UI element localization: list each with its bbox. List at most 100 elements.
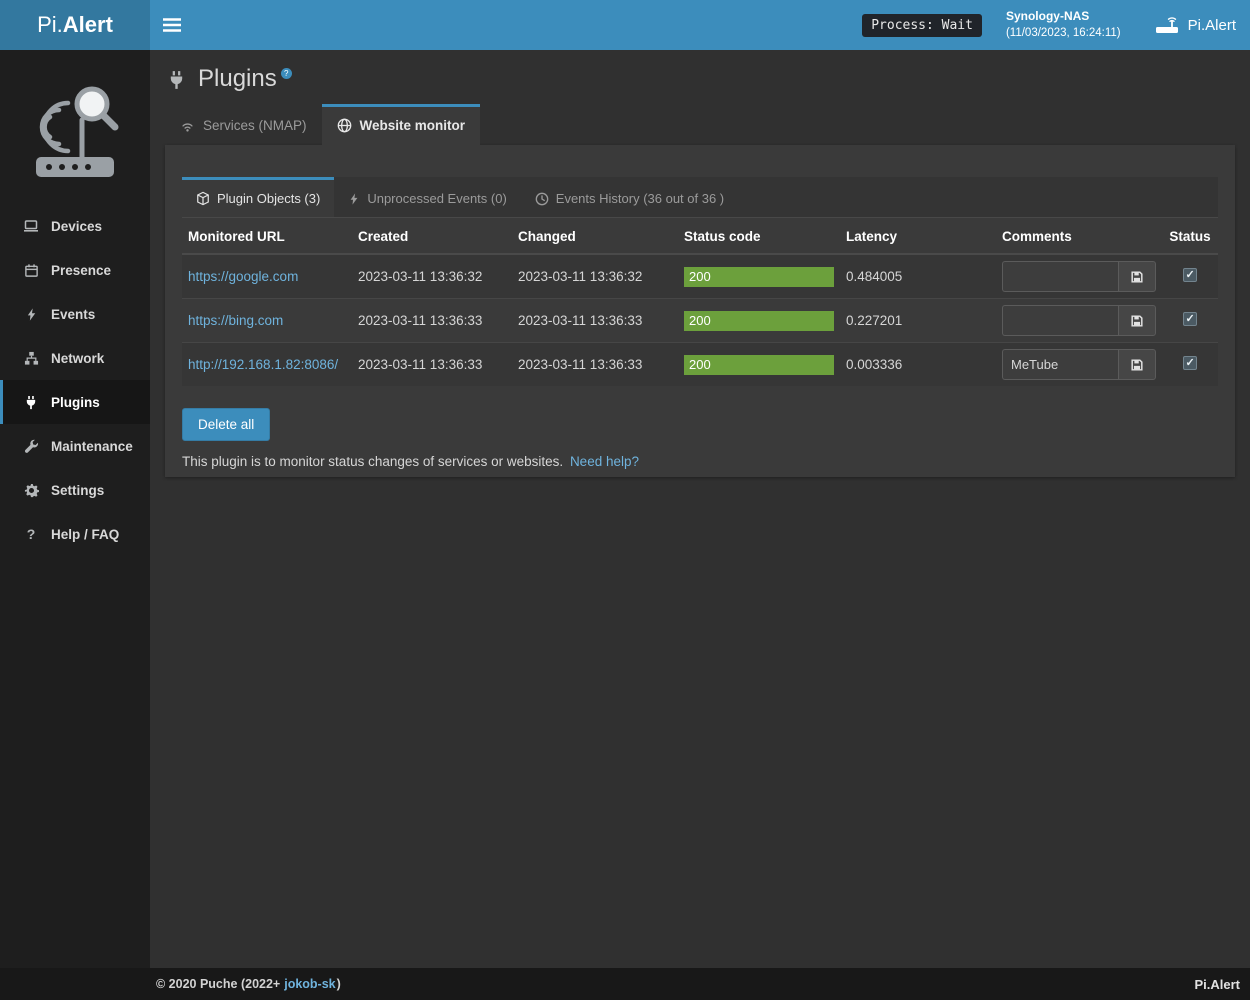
description-text: This plugin is to monitor status changes… bbox=[182, 454, 563, 469]
column-header: Created bbox=[352, 218, 512, 254]
sidebar-item-events[interactable]: Events bbox=[0, 292, 150, 336]
comment-input[interactable] bbox=[1002, 261, 1118, 292]
footer: © 2020 Puche (2022+jokob-sk) Pi.Alert bbox=[0, 968, 1250, 1000]
sidebar-item-label: Network bbox=[51, 351, 104, 366]
latency-cell: 0.227201 bbox=[840, 299, 996, 343]
copyright-suffix: ) bbox=[337, 977, 341, 991]
column-header: Changed bbox=[512, 218, 678, 254]
nas-timestamp: (11/03/2023, 16:24:11) bbox=[1006, 25, 1121, 42]
tab-services-nmap[interactable]: Services (NMAP) bbox=[165, 104, 322, 145]
changed-cell: 2023-03-11 13:36:33 bbox=[512, 299, 678, 343]
monitored-url-link[interactable]: http://192.168.1.82:8086/ bbox=[188, 357, 338, 372]
app-logo[interactable]: Pi.Alert bbox=[0, 0, 150, 50]
floppy-icon bbox=[1130, 358, 1144, 372]
sidebar-item-label: Events bbox=[51, 307, 95, 322]
monitored-url-link[interactable]: https://google.com bbox=[188, 269, 298, 284]
latency-cell: 0.484005 bbox=[840, 254, 996, 299]
page-help-badge[interactable]: ? bbox=[281, 68, 292, 79]
tab-website-monitor[interactable]: Website monitor bbox=[322, 104, 481, 145]
table-row: https://bing.com 2023-03-11 13:36:33 202… bbox=[182, 299, 1218, 343]
column-header: Status code bbox=[678, 218, 840, 254]
sidebar: Devices Presence Events Network Plugins … bbox=[0, 50, 150, 968]
sidebar-item-label: Settings bbox=[51, 483, 104, 498]
plugin-objects-table: Monitored URL Created Changed Status cod… bbox=[182, 218, 1218, 386]
subtab-events-history[interactable]: Events History (36 out of 36 ) bbox=[521, 177, 738, 217]
created-cell: 2023-03-11 13:36:33 bbox=[352, 343, 512, 387]
plugin-subtabs: Plugin Objects (3) Unprocessed Events (0… bbox=[182, 177, 1218, 218]
sidebar-item-network[interactable]: Network bbox=[0, 336, 150, 380]
sidebar-toggle-button[interactable] bbox=[150, 0, 194, 50]
table-row: https://google.com 2023-03-11 13:36:32 2… bbox=[182, 254, 1218, 299]
sidebar-item-help[interactable]: ? Help / FAQ bbox=[0, 512, 150, 556]
laptop-icon bbox=[22, 218, 40, 234]
plugin-tabs: Services (NMAP) Website monitor bbox=[165, 104, 1235, 145]
changed-cell: 2023-03-11 13:36:32 bbox=[512, 254, 678, 299]
sidebar-menu: Devices Presence Events Network Plugins … bbox=[0, 204, 150, 556]
account-menu[interactable]: Pi.Alert bbox=[1141, 0, 1250, 50]
comment-input[interactable] bbox=[1002, 349, 1118, 380]
column-header: Comments bbox=[996, 218, 1162, 254]
comment-input[interactable] bbox=[1002, 305, 1118, 336]
clock-icon bbox=[535, 192, 549, 206]
website-monitor-panel: Plugin Objects (3) Unprocessed Events (0… bbox=[165, 145, 1235, 477]
save-comment-button[interactable] bbox=[1118, 349, 1156, 380]
pialert-router-search-icon bbox=[16, 75, 134, 185]
sidebar-item-devices[interactable]: Devices bbox=[0, 204, 150, 248]
process-status-badge: Process: Wait bbox=[862, 14, 982, 37]
sidebar-item-label: Maintenance bbox=[51, 439, 133, 454]
subtab-unprocessed-events[interactable]: Unprocessed Events (0) bbox=[334, 177, 520, 217]
nas-info: Synology-NAS (11/03/2023, 16:24:11) bbox=[1006, 8, 1121, 42]
delete-all-button[interactable]: Delete all bbox=[182, 408, 270, 441]
main-content: Plugins ? Services (NMAP) Website monito… bbox=[150, 50, 1250, 968]
save-comment-button[interactable] bbox=[1118, 261, 1156, 292]
sidebar-item-settings[interactable]: Settings bbox=[0, 468, 150, 512]
page-header: Plugins ? bbox=[165, 58, 1235, 104]
status-code-bar: 200 bbox=[684, 267, 834, 287]
column-header: Monitored URL bbox=[182, 218, 352, 254]
subtab-label: Plugin Objects (3) bbox=[217, 191, 320, 206]
column-header: Status bbox=[1162, 218, 1218, 254]
cube-icon bbox=[196, 191, 210, 206]
tab-label: Services (NMAP) bbox=[203, 118, 307, 133]
tab-label: Website monitor bbox=[360, 118, 466, 133]
copyright-text: © 2020 Puche (2022+ bbox=[156, 977, 280, 991]
top-navbar: Pi.Alert Process: Wait Synology-NAS (11/… bbox=[0, 0, 1250, 50]
latency-cell: 0.003336 bbox=[840, 343, 996, 387]
sidebar-logo bbox=[0, 50, 150, 200]
account-label: Pi.Alert bbox=[1188, 17, 1236, 34]
sidebar-item-label: Help / FAQ bbox=[51, 527, 119, 542]
save-comment-button[interactable] bbox=[1118, 305, 1156, 336]
nas-name: Synology-NAS bbox=[1006, 8, 1121, 25]
jokob-sk-link[interactable]: jokob-sk bbox=[284, 977, 335, 991]
router-icon bbox=[1155, 16, 1179, 34]
comment-group bbox=[1002, 261, 1156, 292]
need-help-link[interactable]: Need help? bbox=[570, 454, 639, 469]
sidebar-item-plugins[interactable]: Plugins bbox=[0, 380, 150, 424]
sidebar-item-maintenance[interactable]: Maintenance bbox=[0, 424, 150, 468]
comment-group bbox=[1002, 305, 1156, 336]
created-cell: 2023-03-11 13:36:33 bbox=[352, 299, 512, 343]
plugin-description: This plugin is to monitor status changes… bbox=[182, 454, 1218, 469]
sidebar-item-label: Devices bbox=[51, 219, 102, 234]
column-header: Latency bbox=[840, 218, 996, 254]
status-checkbox[interactable] bbox=[1183, 312, 1197, 326]
monitored-url-link[interactable]: https://bing.com bbox=[188, 313, 283, 328]
subtab-label: Events History (36 out of 36 ) bbox=[556, 191, 724, 206]
status-checkbox[interactable] bbox=[1183, 356, 1197, 370]
page-title: Plugins bbox=[198, 66, 277, 92]
sidebar-item-presence[interactable]: Presence bbox=[0, 248, 150, 292]
table-header-row: Monitored URL Created Changed Status cod… bbox=[182, 218, 1218, 254]
hamburger-icon bbox=[163, 18, 181, 32]
gear-icon bbox=[22, 483, 40, 498]
sidebar-item-label: Presence bbox=[51, 263, 111, 278]
bolt-icon bbox=[348, 192, 360, 206]
status-checkbox[interactable] bbox=[1183, 268, 1197, 282]
footer-copyright: © 2020 Puche (2022+ jokob-sk) bbox=[156, 977, 341, 991]
subtab-plugin-objects[interactable]: Plugin Objects (3) bbox=[182, 177, 334, 217]
globe-icon bbox=[337, 118, 352, 133]
brand-text: Pi. bbox=[37, 12, 63, 38]
wrench-icon bbox=[22, 439, 40, 454]
plug-icon bbox=[167, 70, 186, 90]
bolt-icon bbox=[22, 307, 40, 322]
wifi-icon bbox=[180, 119, 195, 133]
